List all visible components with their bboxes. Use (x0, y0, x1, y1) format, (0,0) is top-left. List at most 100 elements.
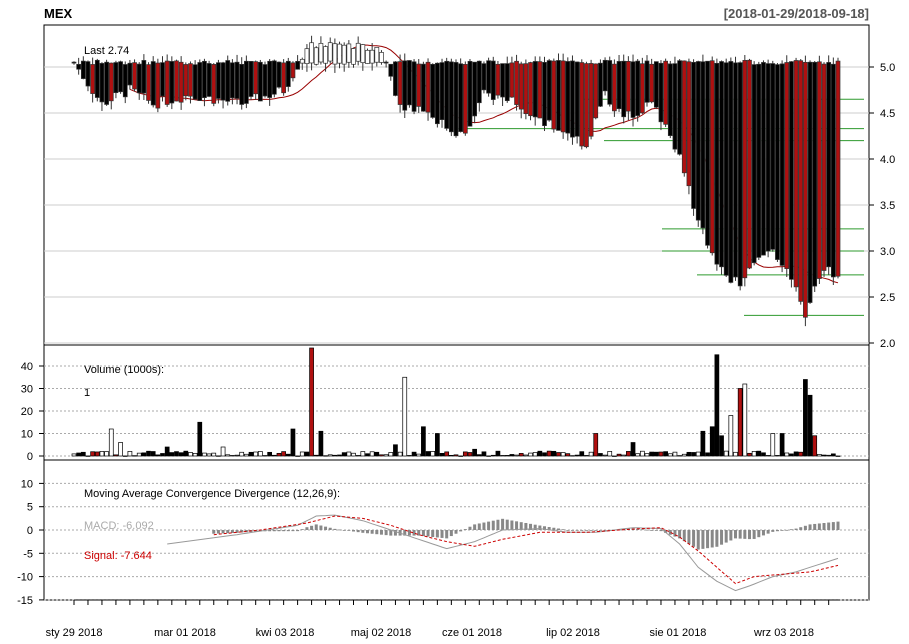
candle-body (467, 61, 473, 127)
candle-body (295, 60, 300, 70)
candle-body (365, 49, 370, 64)
volume-bar (169, 452, 175, 457)
candle-body (439, 62, 445, 120)
candle-body (691, 62, 696, 209)
macd-histogram-bar (682, 530, 686, 542)
volume-bar (183, 450, 189, 457)
candle-body (500, 63, 505, 98)
candle-body (681, 60, 687, 174)
candle-body (80, 60, 86, 79)
volume-bar (612, 455, 617, 457)
volume-bar (276, 452, 282, 457)
volume-bar (616, 453, 622, 457)
candle-body (435, 62, 440, 125)
volume-bar (141, 452, 147, 457)
macd-histogram-bar (766, 530, 770, 534)
macd-histogram-bar (356, 530, 360, 533)
macd-histogram-bar (794, 528, 798, 530)
candle-body (178, 61, 184, 103)
macd-histogram-bar (738, 530, 742, 539)
volume-bar (514, 454, 519, 457)
volume-bar (700, 430, 706, 457)
candle-body (197, 62, 203, 101)
candle-body (719, 61, 724, 268)
candle-body (257, 61, 263, 102)
candle-body (281, 62, 286, 94)
volume-bar (313, 454, 319, 457)
macd-histogram-bar (216, 530, 220, 534)
candle-body (742, 60, 748, 279)
volume-bar (747, 452, 752, 457)
macd-histogram-bar (822, 523, 826, 530)
volume-bar (677, 455, 682, 457)
volume-bar (495, 450, 501, 457)
candle-body (598, 62, 603, 107)
candle-body (337, 43, 342, 64)
volume-bar (793, 451, 799, 457)
candle-body (118, 61, 123, 93)
volume-bar (202, 452, 207, 457)
volume-bar (779, 433, 785, 457)
candle-body (323, 46, 328, 64)
volume-bar (761, 452, 766, 457)
candle-body (374, 46, 380, 63)
volume-bar (556, 452, 561, 457)
candle-body (285, 60, 291, 87)
candle-body (658, 62, 664, 123)
macd-histogram-bar (836, 521, 840, 530)
x-axis-label: sty 29 2018 (46, 627, 103, 639)
volume-bar (500, 455, 505, 457)
volume-bar (705, 452, 710, 457)
volume-bar (803, 379, 808, 457)
volume-bar (607, 451, 613, 457)
volume-bar (584, 455, 589, 457)
macd-histogram-bar (538, 525, 542, 530)
volume-bar (626, 451, 631, 457)
volume-bar (393, 444, 398, 457)
volume-bar (271, 454, 277, 457)
volume-bar (127, 451, 133, 457)
candle-body (453, 62, 459, 137)
macd-histogram-bar (687, 530, 691, 544)
candle-body (169, 61, 175, 104)
macd-histogram-bar (710, 530, 714, 548)
macd-histogram-bar (598, 530, 602, 531)
volume-bar (476, 454, 482, 457)
candle-body (542, 62, 547, 127)
volume-bar (174, 451, 179, 457)
volume-bar (80, 451, 86, 457)
volume-bar (421, 426, 426, 457)
macd-grid (44, 482, 869, 601)
volume-bar (439, 452, 445, 457)
volume-bar (639, 450, 645, 457)
volume-bar (304, 451, 310, 457)
candle-body (71, 61, 77, 64)
volume-bar (588, 451, 594, 457)
volume-bar (383, 454, 389, 457)
macd-histogram-bar (706, 530, 710, 549)
candle-body (551, 60, 557, 130)
macd-histogram-bar (650, 530, 654, 531)
volume-bar (723, 450, 729, 457)
candle-body (462, 64, 468, 134)
volume-bar (486, 455, 491, 457)
candle-body (775, 64, 780, 260)
volume-bar (663, 451, 668, 457)
volume-bar (150, 451, 156, 457)
candle-body (141, 60, 147, 94)
macd-histogram-bar (659, 530, 663, 532)
candle-body (649, 63, 655, 103)
macd-histogram-bar (640, 529, 644, 531)
macd-value-label: MACD: -6.092 (84, 520, 154, 532)
macd-histogram-bar (789, 529, 793, 531)
candle-body (602, 59, 608, 92)
volume-bar (737, 388, 743, 457)
candle-body (253, 61, 259, 95)
candle-body (556, 60, 561, 131)
volume-bar (714, 354, 720, 457)
volume-bar (728, 415, 734, 457)
volume-bar (635, 453, 641, 457)
macd-tick-label: -10 (17, 572, 33, 584)
volume-bar (672, 451, 678, 457)
volume-bar (90, 451, 95, 457)
